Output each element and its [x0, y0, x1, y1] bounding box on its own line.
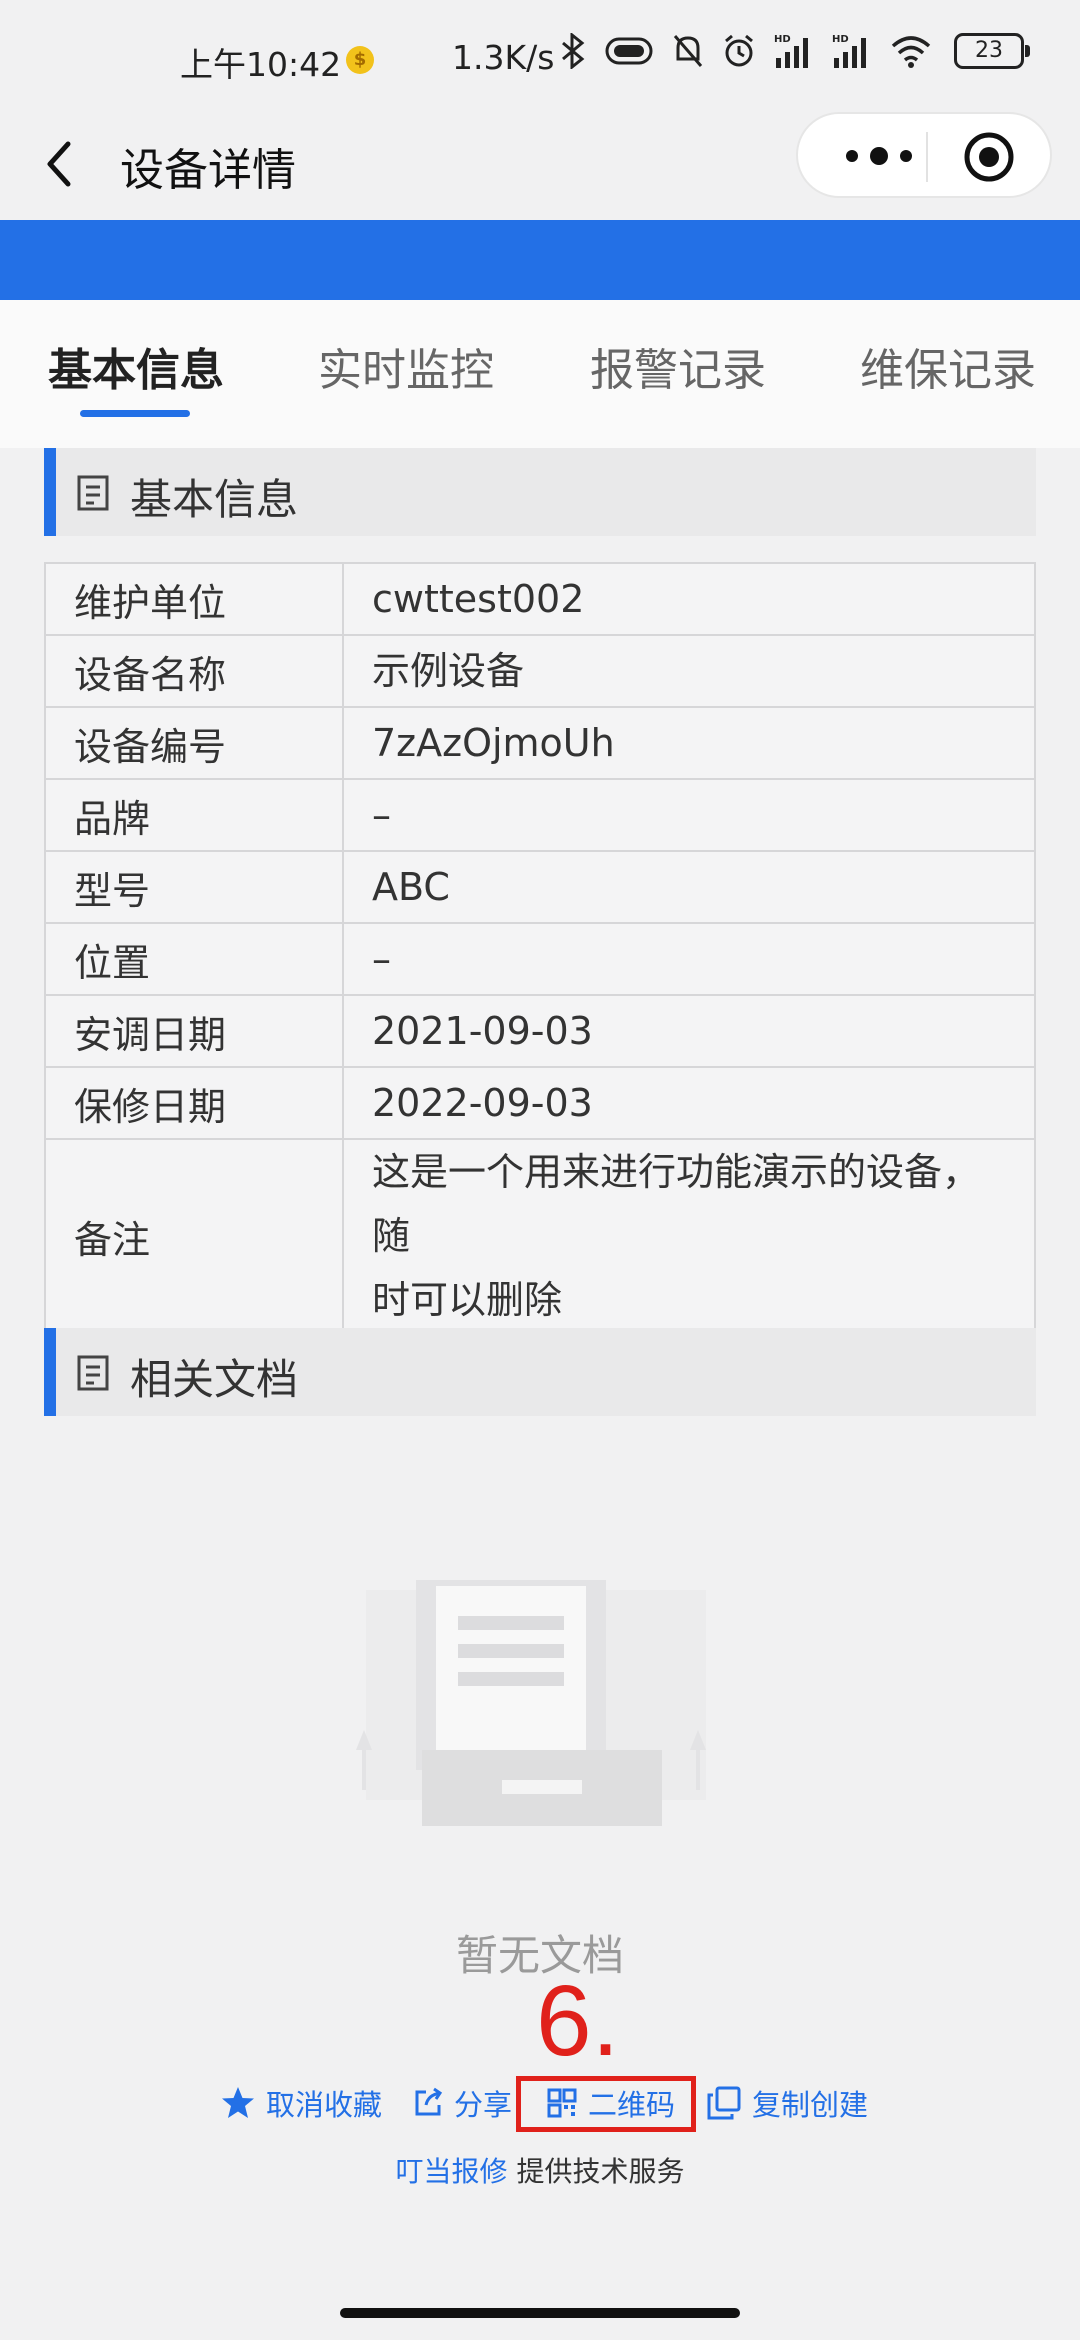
page-title: 设备详情 — [120, 145, 296, 196]
network-speed: 1.3K/s — [452, 38, 555, 77]
row-value: 2021-09-03 — [342, 994, 1036, 1068]
row-label: 型号 — [44, 850, 344, 924]
row-value: 示例设备 — [342, 634, 1036, 708]
tab-bar: 基本信息 实时监控 报警记录 维保记录 — [0, 300, 1080, 448]
mute-icon — [673, 35, 703, 67]
row-value: 这是一个用来进行功能演示的设备，随时可以删除 — [342, 1138, 1036, 1334]
tab-basic-info[interactable]: 基本信息 — [48, 334, 224, 398]
row-label: 设备编号 — [44, 706, 344, 780]
nav-bar: 设备详情 — [0, 110, 1080, 220]
section-header-basic: 基本信息 — [44, 448, 1036, 536]
row-label: 备注 — [44, 1138, 344, 1334]
footer-service-text: 提供技术服务 — [516, 2155, 685, 2188]
miniprogram-capsule — [796, 112, 1052, 198]
remark-line-1: 这是一个用来进行功能演示的设备，随 — [372, 1150, 981, 1258]
tab-alarm-records[interactable]: 报警记录 — [590, 334, 766, 398]
share-icon — [415, 2087, 443, 2116]
row-label: 位置 — [44, 922, 344, 996]
tab-maintenance-records[interactable]: 维保记录 — [860, 334, 1036, 398]
device-info-table: 维护单位 cwttest002 设备名称 示例设备 设备编号 7zAzOjmoUh 品… — [44, 562, 1036, 1334]
table-row: 型号 ABC — [44, 850, 1036, 924]
table-row: 设备编号 7zAzOjmoUh — [44, 706, 1036, 780]
close-target-icon[interactable] — [962, 130, 1016, 184]
bluetooth-icon — [562, 33, 585, 69]
signal-hd-1-icon: HD — [774, 34, 808, 68]
section-title-basic: 基本信息 — [130, 475, 299, 524]
status-icons: HD HD 23 — [560, 32, 1030, 70]
section-title-docs: 相关文档 — [130, 1355, 299, 1404]
alarm-icon — [725, 34, 753, 67]
section-header-docs: 相关文档 — [44, 1328, 1036, 1416]
wifi-icon — [891, 36, 931, 68]
active-tab-indicator — [80, 410, 190, 417]
share-label: 分享 — [454, 2088, 513, 2122]
copy-create-label: 复制创建 — [752, 2088, 869, 2122]
share-button[interactable]: 分享 — [412, 2082, 512, 2124]
brand-link[interactable]: 叮当报修 — [396, 2155, 508, 2188]
row-value: ABC — [342, 850, 1036, 924]
unfavorite-button[interactable]: 取消收藏 — [220, 2082, 382, 2124]
home-indicator[interactable] — [340, 2308, 740, 2318]
capsule-divider — [926, 132, 928, 182]
table-row: 维护单位 cwttest002 — [44, 562, 1036, 636]
more-icon[interactable] — [838, 136, 920, 176]
table-row: 设备名称 示例设备 — [44, 634, 1036, 708]
coin-icon: $ — [346, 46, 374, 74]
unfavorite-label: 取消收藏 — [266, 2088, 383, 2122]
copy-icon — [707, 2086, 741, 2120]
row-label: 安调日期 — [44, 994, 344, 1068]
svg-text:HD: HD — [832, 34, 849, 45]
star-icon — [222, 2087, 254, 2118]
row-value: – — [342, 778, 1036, 852]
row-value: – — [342, 922, 1036, 996]
row-label: 品牌 — [44, 778, 344, 852]
table-row: 备注 这是一个用来进行功能演示的设备，随时可以删除 — [44, 1138, 1036, 1334]
vibrate-icon — [605, 37, 653, 65]
status-time: 上午10:42 — [180, 45, 342, 84]
table-row: 位置 – — [44, 922, 1036, 996]
signal-hd-2-icon: HD — [832, 34, 866, 68]
svg-text:HD: HD — [774, 34, 791, 45]
table-row: 安调日期 2021-09-03 — [44, 994, 1036, 1068]
copy-create-button[interactable]: 复制创建 — [706, 2082, 868, 2124]
table-row: 品牌 – — [44, 778, 1036, 852]
battery-icon: 23 — [954, 33, 1030, 69]
row-label: 维护单位 — [44, 562, 344, 636]
document-icon — [77, 1355, 109, 1391]
status-bar: 上午10:42 $ 1.3K/s HD HD 23 — [0, 0, 1080, 110]
back-arrow-icon[interactable] — [38, 134, 88, 194]
document-icon — [77, 475, 109, 511]
remark-line-2: 时可以删除 — [372, 1278, 563, 1322]
row-value: cwttest002 — [342, 562, 1036, 636]
tab-realtime-monitor[interactable]: 实时监控 — [318, 334, 494, 398]
row-label: 设备名称 — [44, 634, 344, 708]
annotation-number: 6. — [536, 1965, 620, 2077]
row-value: 7zAzOjmoUh — [342, 706, 1036, 780]
header-banner — [0, 220, 1080, 300]
annotation-highlight-box — [516, 2076, 696, 2132]
row-label: 保修日期 — [44, 1066, 344, 1140]
empty-document-icon — [356, 1580, 706, 1826]
row-value: 2022-09-03 — [342, 1066, 1036, 1140]
table-row: 保修日期 2022-09-03 — [44, 1066, 1036, 1140]
footer: 叮当报修 提供技术服务 — [0, 2150, 1080, 2190]
